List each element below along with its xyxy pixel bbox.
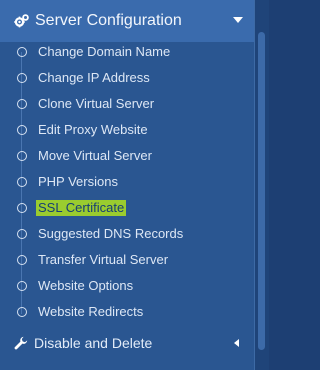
menu-item-suggested-dns-records[interactable]: Suggested DNS Records <box>0 221 254 247</box>
menu-item-label: Transfer Virtual Server <box>38 252 169 267</box>
menu-item-php-versions[interactable]: PHP Versions <box>0 169 254 195</box>
menu-item-website-redirects[interactable]: Website Redirects <box>0 299 254 325</box>
circle-bullet-icon <box>17 229 27 239</box>
menu-item-change-ip-address[interactable]: Change IP Address <box>0 65 254 91</box>
menu-item-ssl-certificate[interactable]: SSL Certificate <box>0 195 254 221</box>
menu-item-label: Edit Proxy Website <box>38 122 148 137</box>
menu-item-label: PHP Versions <box>38 174 118 189</box>
menu-item-website-options[interactable]: Website Options <box>0 273 254 299</box>
section-title: Disable and Delete <box>34 335 153 351</box>
circle-bullet-icon <box>17 307 27 317</box>
menu-item-label: Change Domain Name <box>38 44 171 59</box>
circle-bullet-icon <box>17 151 27 161</box>
scrollbar-thumb[interactable] <box>258 32 265 350</box>
menu-item-label-highlighted: SSL Certificate <box>36 200 127 216</box>
menu-item-transfer-virtual-server[interactable]: Transfer Virtual Server <box>0 247 254 273</box>
cogs-icon <box>14 14 29 28</box>
menu-item-label: Move Virtual Server <box>38 148 152 163</box>
circle-bullet-icon <box>17 255 27 265</box>
server-configuration-menu: Change Domain Name Change IP Address Clo… <box>0 39 254 325</box>
menu-item-edit-proxy-website[interactable]: Edit Proxy Website <box>0 117 254 143</box>
menu-item-change-domain-name[interactable]: Change Domain Name <box>0 39 254 65</box>
circle-bullet-icon <box>17 203 27 213</box>
section-title: Server Configuration <box>35 12 182 29</box>
server-configuration-header[interactable]: Server Configuration <box>0 0 254 42</box>
menu-item-label: Website Redirects <box>38 304 144 319</box>
menu-item-move-virtual-server[interactable]: Move Virtual Server <box>0 143 254 169</box>
circle-bullet-icon <box>17 281 27 291</box>
menu-item-label: Change IP Address <box>38 70 150 85</box>
circle-bullet-icon <box>17 125 27 135</box>
menu-item-label: Website Options <box>38 278 134 293</box>
wrench-icon <box>14 336 28 350</box>
menu-item-label: Clone Virtual Server <box>38 96 155 111</box>
caret-down-icon <box>233 17 243 23</box>
circle-bullet-icon <box>17 73 27 83</box>
circle-bullet-icon <box>17 99 27 109</box>
menu-item-label: Suggested DNS Records <box>38 226 184 241</box>
disable-and-delete-header[interactable]: Disable and Delete <box>0 329 254 357</box>
caret-left-icon <box>234 339 239 347</box>
circle-bullet-icon <box>17 47 27 57</box>
scrollbar[interactable] <box>255 0 269 370</box>
menu-item-clone-virtual-server[interactable]: Clone Virtual Server <box>0 91 254 117</box>
sidebar-panel: Server Configuration Change Domain Name … <box>0 0 255 370</box>
circle-bullet-icon <box>17 177 27 187</box>
